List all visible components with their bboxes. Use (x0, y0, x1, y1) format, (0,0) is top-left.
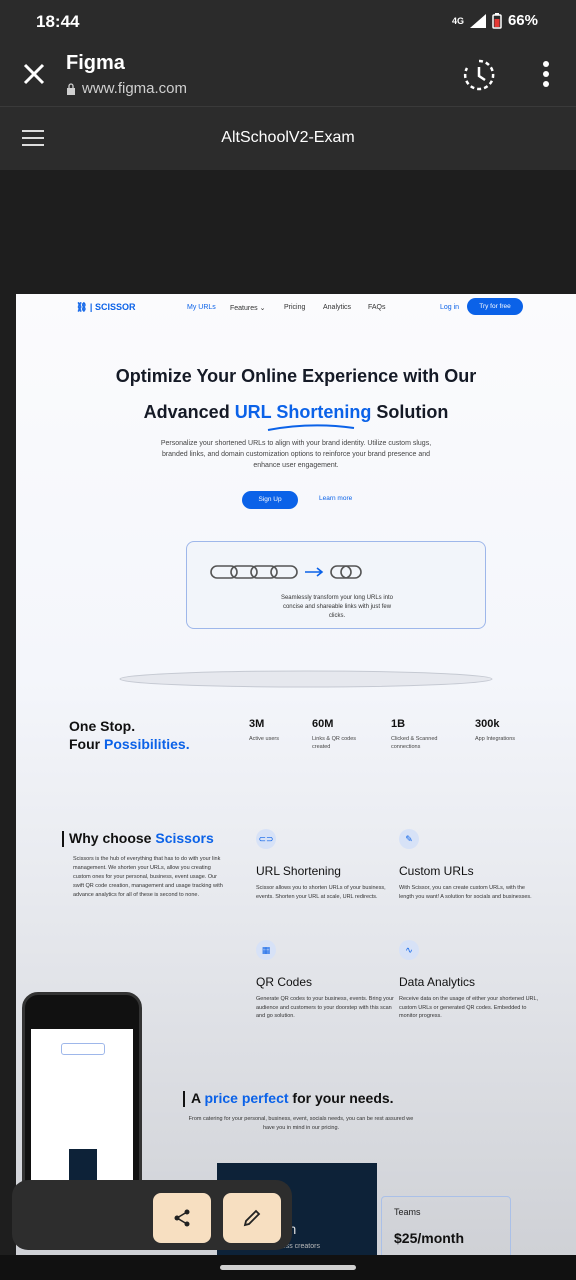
edit-icon: ✎ (399, 829, 419, 849)
share-icon (174, 1209, 190, 1227)
nav-analytics[interactable]: Analytics (323, 304, 351, 311)
feature-body-custom-urls: With Scissor, you can create custom URLs… (399, 885, 532, 900)
nav-faqs[interactable]: FAQs (368, 304, 386, 311)
sign-up-button[interactable]: Sign Up (242, 491, 298, 509)
plan-card-teams: Teams $25/month (381, 1196, 511, 1255)
network-label: 4G (451, 15, 464, 26)
history-icon[interactable] (462, 58, 496, 92)
home-pill[interactable] (220, 1265, 356, 1270)
plan-teams-price: $25/month (394, 1230, 465, 1246)
stat-active-users: 3M Active users (249, 718, 279, 742)
browser-url: www.figma.com (66, 80, 187, 97)
signal-icon (469, 13, 486, 28)
why-heading: Why choose Scissors (69, 830, 214, 846)
login-link[interactable]: Log in (440, 304, 459, 311)
card-text: Seamlessly transform your long URLs into… (280, 595, 394, 619)
battery-icon (492, 12, 502, 29)
plan-teams-title: Teams (394, 1207, 421, 1217)
underline-swoosh (267, 424, 355, 431)
stat-integrations: 300k App Integrations (475, 718, 516, 742)
status-time: 18:44 (36, 12, 80, 31)
site-logo: ⛓ | SCISSOR (76, 302, 136, 312)
hero-heading-line1: Optimize Your Online Experience with Our (115, 366, 477, 386)
hero-subtext: Personalize your shortened URLs to align… (160, 440, 432, 469)
gesture-bar (0, 1255, 576, 1280)
stats-title-line1: One Stop. (69, 718, 136, 734)
screenshot-actions (12, 1180, 292, 1250)
nav-my-urls[interactable]: My URLs (187, 304, 216, 311)
pricing-subtext: From catering for your personal, busines… (188, 1116, 414, 1131)
stat-clicks: 1B Clicked & Scanned connections (391, 718, 438, 750)
pricing-heading: A price perfect for your needs. (191, 1090, 394, 1106)
stats-title-line2: Four Possibilities. (69, 736, 190, 752)
site-nav: ⛓ | SCISSOR My URLs Features ⌄ Pricing A… (16, 294, 576, 324)
figma-toolbar: AltSchoolV2-Exam (0, 106, 576, 170)
file-name: AltSchoolV2-Exam (221, 129, 355, 146)
browser-toolbar: Figma www.figma.com (0, 44, 576, 106)
feature-title-qr-codes: QR Codes (256, 975, 313, 989)
qr-code-icon: ▦ (256, 940, 276, 960)
status-icons: 4G 66% (452, 12, 538, 29)
nav-features[interactable]: Features ⌄ (230, 304, 265, 312)
stat-links-created: 60M Links & QR codes created (312, 718, 357, 750)
edit-button[interactable] (223, 1193, 281, 1243)
more-menu-icon[interactable] (542, 60, 550, 88)
feature-body-url-shortening: Scissor allows you to shorten URLs of yo… (256, 885, 386, 900)
close-icon[interactable] (20, 60, 48, 88)
feature-body-data-analytics: Receive data on the usage of either your… (399, 996, 539, 1019)
pencil-icon (243, 1209, 261, 1227)
analytics-icon: ∿ (399, 940, 419, 960)
battery-level: 66% (507, 12, 538, 29)
chain-link-icon (210, 565, 362, 579)
browser-title: Figma (66, 52, 125, 74)
url-text: www.figma.com (82, 80, 188, 97)
feature-title-custom-urls: Custom URLs (399, 864, 474, 878)
learn-more-link[interactable]: Learn more (319, 495, 352, 502)
feature-title-url-shortening: URL Shortening (256, 864, 341, 878)
link-icon: ⊂⊃ (256, 829, 276, 849)
feature-title-data-analytics: Data Analytics (399, 975, 476, 989)
nav-pricing[interactable]: Pricing (284, 304, 305, 311)
try-free-button[interactable]: Try for free (467, 298, 523, 315)
why-body: Scissors is the hub of everything that h… (73, 856, 223, 898)
link-transform-card: Seamlessly transform your long URLs into… (186, 541, 486, 629)
section-bar (62, 831, 64, 847)
hero-heading-line2: Advanced URL Shortening Solution (143, 402, 449, 422)
share-button[interactable] (153, 1193, 211, 1243)
lock-icon (67, 82, 75, 95)
feature-body-qr-codes: Generate QR codes to your business, even… (256, 996, 394, 1019)
status-bar: 18:44 4G 66% (0, 0, 576, 44)
platform-ellipse (119, 670, 493, 688)
section-bar (183, 1091, 185, 1107)
